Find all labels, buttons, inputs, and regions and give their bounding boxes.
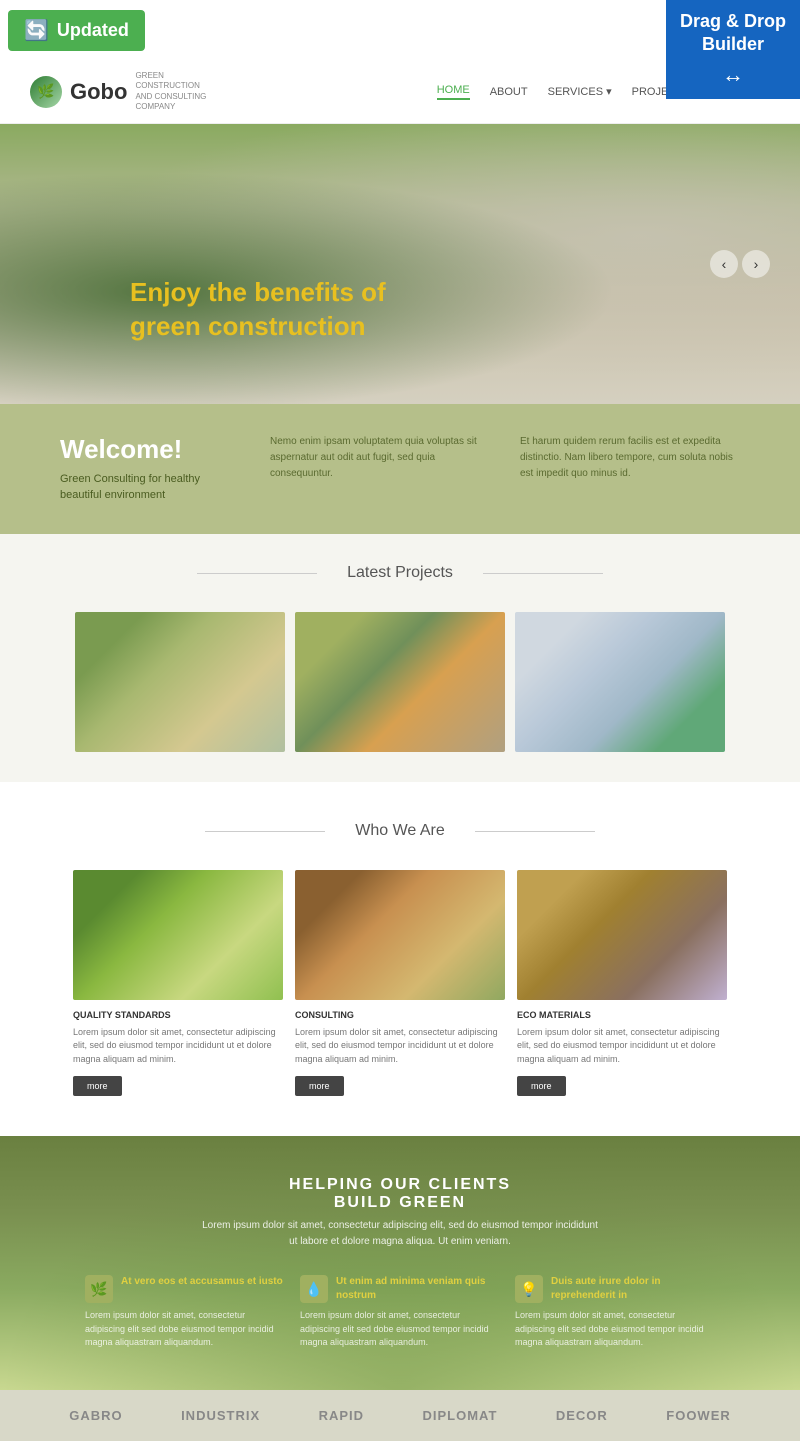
logo-diplomat: DIPLOMAT [422,1408,497,1423]
welcome-middle-text: Nemo enim ipsam voluptatem quia voluptas… [270,434,490,482]
service-more-btn-2[interactable]: more [295,1076,344,1096]
hero-section: Enjoy the benefits ofgreen construction … [0,124,800,404]
top-badges-bar: 🔄 Updated Drag & Drop Builder ↔ [0,0,800,61]
cta-bg [0,1136,800,1390]
cta-feature-title-1: At vero eos et accusamus et iusto [121,1275,283,1289]
cta-feature-2: 💧 Ut enim ad minima veniam quis nostrum … [300,1275,500,1350]
logo-rapid: RAPID [319,1408,364,1423]
cta-icon-1: 🌿 [85,1275,113,1303]
brand-name: Gobo [70,79,127,105]
project-image-1 [75,612,285,752]
service-image-2 [295,870,505,1000]
project-card-3 [515,612,725,752]
cta-desc: Lorem ipsum dolor sit amet, consectetur … [200,1218,600,1250]
who-we-are-section: Who We Are QUALITY STANDARDS Lorem ipsum… [0,782,800,1137]
service-more-btn-1[interactable]: more [73,1076,122,1096]
updated-badge: 🔄 Updated [8,10,145,51]
service-desc-3: Lorem ipsum dolor sit amet, consectetur … [517,1026,727,1067]
latest-projects-section: Latest Projects [0,534,800,782]
latest-projects-title-area: Latest Projects [0,534,800,602]
hero-prev-arrow[interactable]: ‹ [710,250,738,278]
service-desc-2: Lorem ipsum dolor sit amet, consectetur … [295,1026,505,1067]
nav-services[interactable]: SERVICES [548,85,612,98]
hero-arrows: ‹ › [710,250,770,278]
cta-features: 🌿 At vero eos et accusamus et iusto Lore… [30,1275,770,1350]
projects-grid [0,602,800,782]
welcome-section: Welcome! Green Consulting for healthybea… [0,404,800,534]
who-we-are-title: Who We Are [335,822,465,840]
logo-gabro: GABRO [69,1408,122,1423]
service-title-3: ECO MATERIALS [517,1010,727,1020]
dnd-line1: Drag & Drop [680,11,786,31]
brand-tagline: GREEN CONSTRUCTION AND CONSULTING COMPAN… [135,71,215,113]
cta-feature-3: 💡 Duis aute irure dolor in reprehenderit… [515,1275,715,1350]
service-title-2: CONSULTING [295,1010,505,1020]
cta-feature-1-header: 🌿 At vero eos et accusamus et iusto [85,1275,285,1303]
project-card-1 [75,612,285,752]
cta-title: HELPING OUR CLIENTSBUILD GREEN [30,1176,770,1212]
service-card-3: ECO MATERIALS Lorem ipsum dolor sit amet… [517,870,727,1097]
logo-area: 🌿 Gobo GREEN CONSTRUCTION AND CONSULTING… [30,71,215,113]
welcome-title: Welcome! [60,434,240,465]
project-image-2 [295,612,505,752]
services-grid: QUALITY STANDARDS Lorem ipsum dolor sit … [0,860,800,1107]
cta-feature-3-header: 💡 Duis aute irure dolor in reprehenderit… [515,1275,715,1303]
welcome-left: Welcome! Green Consulting for healthybea… [60,434,240,504]
logo-icon: 🌿 [30,76,62,108]
cta-section: HELPING OUR CLIENTSBUILD GREEN Lorem ips… [0,1136,800,1390]
resize-icon: ↔ [680,61,786,90]
cta-feature-title-2: Ut enim ad minima veniam quis nostrum [336,1275,500,1303]
service-title-1: QUALITY STANDARDS [73,1010,283,1020]
project-image-3 [515,612,725,752]
who-we-are-title-area: Who We Are [0,792,800,860]
logos-section: GABRO INDUSTRIX RAPID DIPLOMAT decor FOO… [0,1390,800,1441]
cta-icon-2: 💧 [300,1275,328,1303]
logo-industrix: INDUSTRIX [181,1408,260,1423]
nav-home[interactable]: HOME [437,84,470,100]
hero-next-arrow[interactable]: › [742,250,770,278]
hero-bg [0,124,800,404]
cta-feature-2-header: 💧 Ut enim ad minima veniam quis nostrum [300,1275,500,1303]
hero-content: Enjoy the benefits ofgreen construction [130,276,386,344]
service-image-1 [73,870,283,1000]
cta-feature-desc-2: Lorem ipsum dolor sit amet, consectetur … [300,1309,500,1350]
cta-feature-title-3: Duis aute irure dolor in reprehenderit i… [551,1275,715,1303]
project-card-2 [295,612,505,752]
hero-title: Enjoy the benefits ofgreen construction [130,276,386,344]
cta-icon-3: 💡 [515,1275,543,1303]
refresh-icon: 🔄 [24,18,49,43]
logo-foower: FOOWER [666,1408,731,1423]
updated-label: Updated [57,20,129,41]
service-more-btn-3[interactable]: more [517,1076,566,1096]
dnd-badge: Drag & Drop Builder ↔ [666,0,800,99]
service-desc-1: Lorem ipsum dolor sit amet, consectetur … [73,1026,283,1067]
welcome-right-text: Et harum quidem rerum facilis est et exp… [520,434,740,482]
service-image-3 [517,870,727,1000]
cta-feature-1: 🌿 At vero eos et accusamus et iusto Lore… [85,1275,285,1350]
nav-about[interactable]: ABOUT [490,86,528,98]
cta-feature-desc-1: Lorem ipsum dolor sit amet, consectetur … [85,1309,285,1350]
cta-feature-desc-3: Lorem ipsum dolor sit amet, consectetur … [515,1309,715,1350]
service-card-2: CONSULTING Lorem ipsum dolor sit amet, c… [295,870,505,1097]
latest-projects-title: Latest Projects [327,564,473,582]
welcome-subtitle: Green Consulting for healthybeautiful en… [60,471,240,504]
dnd-line2: Builder [702,34,764,54]
logo-decor: decor [556,1408,608,1423]
service-card-1: QUALITY STANDARDS Lorem ipsum dolor sit … [73,870,283,1097]
